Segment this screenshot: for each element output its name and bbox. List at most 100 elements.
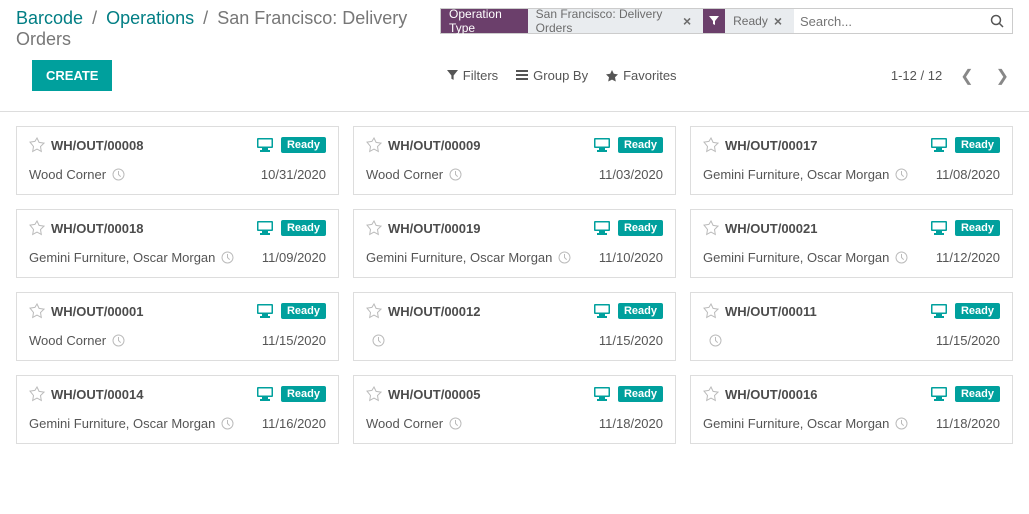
card-date: 11/16/2020: [262, 416, 326, 431]
star-icon[interactable]: [29, 386, 45, 402]
kanban-card[interactable]: WH/OUT/00017ReadyGemini Furniture, Oscar…: [690, 126, 1013, 195]
clock-icon[interactable]: [895, 251, 908, 264]
status-badge: Ready: [281, 303, 326, 319]
facet-operation-type: Operation Type San Francisco: Delivery O…: [441, 9, 703, 33]
card-partner: [703, 334, 722, 347]
clock-icon[interactable]: [221, 417, 234, 430]
star-icon[interactable]: [703, 220, 719, 236]
search-input[interactable]: [794, 14, 982, 29]
clock-icon[interactable]: [558, 251, 571, 264]
funnel-icon: [447, 70, 458, 81]
card-reference: WH/OUT/00014: [51, 387, 143, 402]
clock-icon[interactable]: [709, 334, 722, 347]
monitor-icon[interactable]: [257, 304, 273, 318]
card-date: 11/03/2020: [599, 167, 663, 182]
card-partner: Wood Corner: [366, 167, 462, 182]
clock-icon[interactable]: [449, 417, 462, 430]
facet-filter-ready: Ready ×: [703, 9, 794, 33]
star-icon[interactable]: [366, 137, 382, 153]
list-icon: [516, 70, 528, 81]
card-partner: Wood Corner: [29, 167, 125, 182]
card-reference: WH/OUT/00019: [388, 221, 480, 236]
card-partner: [366, 334, 385, 347]
star-icon[interactable]: [29, 303, 45, 319]
kanban-card[interactable]: WH/OUT/00008ReadyWood Corner10/31/2020: [16, 126, 339, 195]
clock-icon[interactable]: [895, 168, 908, 181]
search-icon[interactable]: [982, 14, 1012, 28]
create-button[interactable]: CREATE: [32, 60, 112, 91]
status-badge: Ready: [618, 386, 663, 402]
search-bar[interactable]: Operation Type San Francisco: Delivery O…: [440, 8, 1013, 34]
card-partner: Gemini Furniture, Oscar Morgan: [366, 250, 571, 265]
clock-icon[interactable]: [221, 251, 234, 264]
funnel-icon: [703, 9, 725, 33]
breadcrumb-operations[interactable]: Operations: [106, 8, 194, 28]
star-icon[interactable]: [366, 220, 382, 236]
card-partner: Gemini Furniture, Oscar Morgan: [703, 250, 908, 265]
star-icon[interactable]: [703, 137, 719, 153]
monitor-icon[interactable]: [931, 221, 947, 235]
kanban-card[interactable]: WH/OUT/00018ReadyGemini Furniture, Oscar…: [16, 209, 339, 278]
clock-icon[interactable]: [112, 334, 125, 347]
card-reference: WH/OUT/00017: [725, 138, 817, 153]
groupby-button[interactable]: Group By: [516, 68, 588, 83]
kanban-card[interactable]: WH/OUT/00005ReadyWood Corner11/18/2020: [353, 375, 676, 444]
monitor-icon[interactable]: [594, 387, 610, 401]
monitor-icon[interactable]: [931, 387, 947, 401]
kanban-card[interactable]: WH/OUT/00009ReadyWood Corner11/03/2020: [353, 126, 676, 195]
clock-icon[interactable]: [895, 417, 908, 430]
monitor-icon[interactable]: [257, 387, 273, 401]
card-partner: Gemini Furniture, Oscar Morgan: [29, 416, 234, 431]
status-badge: Ready: [618, 220, 663, 236]
breadcrumb-barcode[interactable]: Barcode: [16, 8, 83, 28]
monitor-icon[interactable]: [931, 138, 947, 152]
card-date: 11/09/2020: [262, 250, 326, 265]
pager-prev[interactable]: ❮: [956, 64, 977, 88]
clock-icon[interactable]: [112, 168, 125, 181]
kanban-card[interactable]: WH/OUT/00011 Ready 11/15/2020: [690, 292, 1013, 361]
star-icon[interactable]: [29, 137, 45, 153]
facet-remove-icon[interactable]: ×: [768, 13, 786, 29]
star-icon[interactable]: [366, 303, 382, 319]
status-badge: Ready: [955, 303, 1000, 319]
monitor-icon[interactable]: [594, 304, 610, 318]
kanban-card[interactable]: WH/OUT/00012Ready11/15/2020: [353, 292, 676, 361]
kanban-card[interactable]: WH/OUT/00016ReadyGemini Furniture, Oscar…: [690, 375, 1013, 444]
kanban-card[interactable]: WH/OUT/00014ReadyGemini Furniture, Oscar…: [16, 375, 339, 444]
card-reference: WH/OUT/00016: [725, 387, 817, 402]
status-badge: Ready: [955, 386, 1000, 402]
status-badge: Ready: [955, 137, 1000, 153]
kanban-card[interactable]: WH/OUT/00021 Ready Gemini Furniture, Oscar…: [690, 209, 1013, 278]
facet-remove-icon[interactable]: ×: [677, 13, 695, 29]
clock-icon[interactable]: [372, 334, 385, 347]
card-date: 11/12/2020: [936, 250, 1000, 265]
card-reference: WH/OUT/00011: [725, 304, 817, 319]
status-badge: Ready: [281, 220, 326, 236]
card-reference: WH/OUT/00005: [388, 387, 480, 402]
card-date: 11/15/2020: [262, 333, 326, 348]
status-badge: Ready: [955, 220, 1000, 236]
card-reference: WH/OUT/00012: [388, 304, 480, 319]
monitor-icon[interactable]: [594, 221, 610, 235]
kanban-card[interactable]: WH/OUT/00001ReadyWood Corner11/15/2020: [16, 292, 339, 361]
monitor-icon[interactable]: [931, 304, 947, 318]
monitor-icon[interactable]: [257, 138, 273, 152]
star-icon[interactable]: [366, 386, 382, 402]
card-reference: WH/OUT/00018: [51, 221, 143, 236]
star-icon[interactable]: [703, 303, 719, 319]
card-reference: WH/OUT/00021: [725, 221, 817, 236]
status-badge: Ready: [281, 137, 326, 153]
card-date: 11/15/2020: [936, 333, 1000, 348]
pager-next[interactable]: ❯: [992, 64, 1013, 88]
kanban-card[interactable]: WH/OUT/00019 Ready Gemini Furniture, Oscar…: [353, 209, 676, 278]
status-badge: Ready: [618, 303, 663, 319]
favorites-button[interactable]: Favorites: [606, 68, 676, 83]
filters-button[interactable]: Filters: [447, 68, 498, 83]
facet-label: Operation Type: [441, 9, 528, 33]
star-icon[interactable]: [703, 386, 719, 402]
monitor-icon[interactable]: [594, 138, 610, 152]
monitor-icon[interactable]: [257, 221, 273, 235]
card-partner: Wood Corner: [29, 333, 125, 348]
star-icon[interactable]: [29, 220, 45, 236]
clock-icon[interactable]: [449, 168, 462, 181]
